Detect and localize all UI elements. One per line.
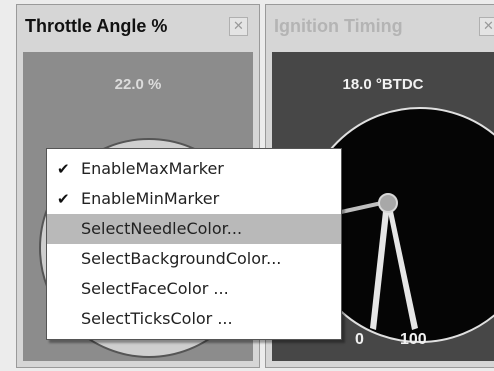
menu-item-select-face-color[interactable]: SelectFaceColor ...	[47, 274, 341, 304]
menu-item-label: SelectFaceColor ...	[81, 279, 229, 298]
ignition-timing-titlebar[interactable]: Ignition Timing ✕	[266, 5, 494, 47]
checkmark-icon	[57, 214, 73, 244]
ignition-needle-shaft-2	[386, 202, 418, 330]
ignition-needle-hub	[378, 193, 398, 213]
menu-item-label: SelectTicksColor ...	[81, 309, 233, 328]
gauge-context-menu: ✔ EnableMaxMarker ✔ EnableMinMarker Sele…	[46, 148, 342, 340]
menu-item-label: SelectBackgroundColor...	[81, 249, 282, 268]
throttle-angle-title: Throttle Angle %	[25, 15, 168, 36]
menu-item-select-ticks-color[interactable]: SelectTicksColor ...	[47, 304, 341, 334]
menu-item-select-needle-color[interactable]: SelectNeedleColor...	[47, 214, 341, 244]
menu-item-enable-max-marker[interactable]: ✔ EnableMaxMarker	[47, 154, 341, 184]
menu-item-select-background-color[interactable]: SelectBackgroundColor...	[47, 244, 341, 274]
throttle-angle-titlebar[interactable]: Throttle Angle % ✕	[17, 5, 259, 47]
menu-item-label: EnableMinMarker	[81, 189, 220, 208]
menu-item-label: EnableMaxMarker	[81, 159, 224, 178]
checkmark-icon	[57, 244, 73, 274]
close-icon[interactable]: ✕	[229, 17, 248, 36]
checkmark-icon	[57, 304, 73, 334]
ignition-timing-title: Ignition Timing	[274, 15, 403, 36]
menu-item-label: SelectNeedleColor...	[81, 219, 243, 238]
throttle-readout: 22.0 %	[114, 76, 162, 93]
ignition-tick-max: 100	[400, 331, 427, 348]
checkmark-icon: ✔	[57, 160, 70, 178]
checkmark-icon	[57, 274, 73, 304]
ignition-tick-min: 0	[355, 331, 364, 348]
menu-item-enable-min-marker[interactable]: ✔ EnableMinMarker	[47, 184, 341, 214]
close-icon[interactable]: ✕	[479, 17, 494, 36]
ignition-needle-shaft	[370, 202, 390, 330]
checkmark-icon: ✔	[57, 190, 70, 208]
